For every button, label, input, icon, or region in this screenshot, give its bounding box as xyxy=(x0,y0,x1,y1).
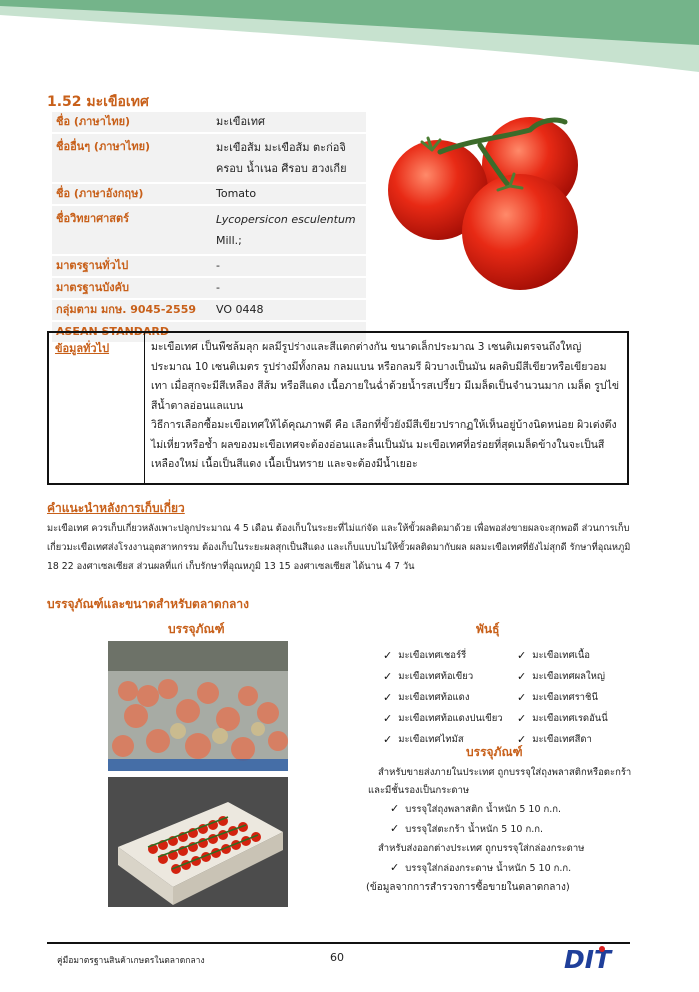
source-note: (ข้อมูลจากการสำรวจการซื้อขายในตลาดกลาง) xyxy=(366,882,570,893)
domestic-item: ✓ บรรจุใส่ถุงพลาสติก น้ำหนัก 5 10 ก.ก. xyxy=(390,802,562,815)
spec-row: ชื่อวิทยาศาสตร์ Lycopersicon esculentum … xyxy=(52,206,366,254)
harvest-heading: คำแนะนำหลังการเก็บเกี่ยว xyxy=(47,501,185,515)
spec-row: ชื่ออื่นๆ (ภาษาไทย) มะเขือส้ม มะเขือส้ม … xyxy=(52,134,366,182)
variety-row: ✓ มะเขือเทศเชอร์รี่ ✓ มะเขือเทศเนื้อ xyxy=(383,649,591,662)
domestic-packaging-text: สำหรับขายส่งภายในประเทศ ถูกบรรจุใส่ถุงพล… xyxy=(368,767,632,796)
buying-tips-text: วิธีการเลือกซื้อมะเขือเทศให้ได้คุณภาพดี … xyxy=(151,419,617,470)
spec-row: ชื่อ (ภาษาไทย) มะเขือเทศ xyxy=(52,112,366,132)
spec-row: มาตรฐานบังคับ - xyxy=(52,278,366,298)
tomato-photo xyxy=(388,117,578,290)
variety-row: ✓ มะเขือเทศท้อเขียว ✓ มะเขือเทศผลใหญ่ xyxy=(383,670,605,683)
checkmark-icon: ✓ xyxy=(517,712,527,725)
checkmark-icon: ✓ xyxy=(517,670,527,683)
export-item: ✓ บรรจุใส่กล่องกระดาษ น้ำหนัก 5 10 ก.ก. xyxy=(390,861,572,874)
domestic-item: ✓ บรรจุใส่ตะกร้า น้ำหนัก 5 10 ก.ก. xyxy=(390,822,544,835)
checkmark-icon: ✓ xyxy=(383,712,393,725)
general-info-box: ข้อมูลทั่วไป มะเขือเทศ เป็นพืชล้มลุก ผลม… xyxy=(47,331,629,485)
checkmark-icon: ✓ xyxy=(517,649,527,662)
checkmark-icon: ✓ xyxy=(390,802,400,815)
page-number: 60 xyxy=(330,951,344,964)
spec-row: ชื่อ (ภาษาอังกฤษ) Tomato xyxy=(52,184,366,204)
general-info-text: มะเขือเทศ เป็นพืชล้มลุก ผลมีรูปร่างและสี… xyxy=(151,341,620,412)
bagged-tomatoes-photo xyxy=(108,641,288,771)
spec-row: มาตรฐานทั่วไป - xyxy=(52,256,366,276)
scientific-name: Lycopersicon esculentum xyxy=(216,213,356,226)
export-packaging-text: สำหรับส่งออกต่างประเทศ ถูกบรรจุใส่กล่องก… xyxy=(378,843,585,854)
checkmark-icon: ✓ xyxy=(383,670,393,683)
variety-row: ✓ มะเขือเทศท้อแดง ✓ มะเขือเทศราชินี xyxy=(383,691,598,704)
spec-table: ชื่อ (ภาษาไทย) มะเขือเทศ ชื่ออื่นๆ (ภาษา… xyxy=(52,112,366,344)
spec-row: กลุ่มตาม มกษ. 9045-2559 VO 0448 xyxy=(52,300,366,320)
dit-logo: DIT xyxy=(564,945,613,972)
checkmark-icon: ✓ xyxy=(390,822,400,835)
variety-row: ✓ มะเขือเทศท้อแดงปนเขียว ✓ มะเขือเทศเรดอัน… xyxy=(383,712,608,725)
harvest-text: มะเขือเทศ ควรเก็บเกี่ยวหลังเพาะปลูกประมา… xyxy=(47,523,631,572)
footer-divider xyxy=(47,942,630,944)
packaging-photo-heading: บรรจุภัณฑ์ xyxy=(168,622,225,636)
checkmark-icon: ✓ xyxy=(383,733,393,746)
page-title: 1.52 มะเขือเทศ xyxy=(47,94,149,110)
checkmark-icon: ✓ xyxy=(383,649,393,662)
checkmark-icon: ✓ xyxy=(383,691,393,704)
checkmark-icon: ✓ xyxy=(517,691,527,704)
header-decoration xyxy=(0,0,699,72)
boxed-tomatoes-photo xyxy=(108,777,288,907)
varieties-heading: พันธุ์ xyxy=(476,622,500,636)
packaging-subheading: บรรจุภัณฑ์ xyxy=(466,745,523,759)
variety-list: ✓ มะเขือเทศเชอร์รี่ ✓ มะเขือเทศเนื้อ ✓ มะเข… xyxy=(383,645,653,750)
packaging-heading: บรรจุภัณฑ์และขนาดสำหรับตลาดกลาง xyxy=(47,597,249,611)
checkmark-icon: ✓ xyxy=(390,861,400,874)
footer-text: คู่มือมาตรฐานสินค้าเกษตรในตลาดกลาง xyxy=(57,956,205,966)
svg-text:DIT: DIT xyxy=(564,945,613,972)
general-info-label: ข้อมูลทั่วไป xyxy=(49,333,145,483)
